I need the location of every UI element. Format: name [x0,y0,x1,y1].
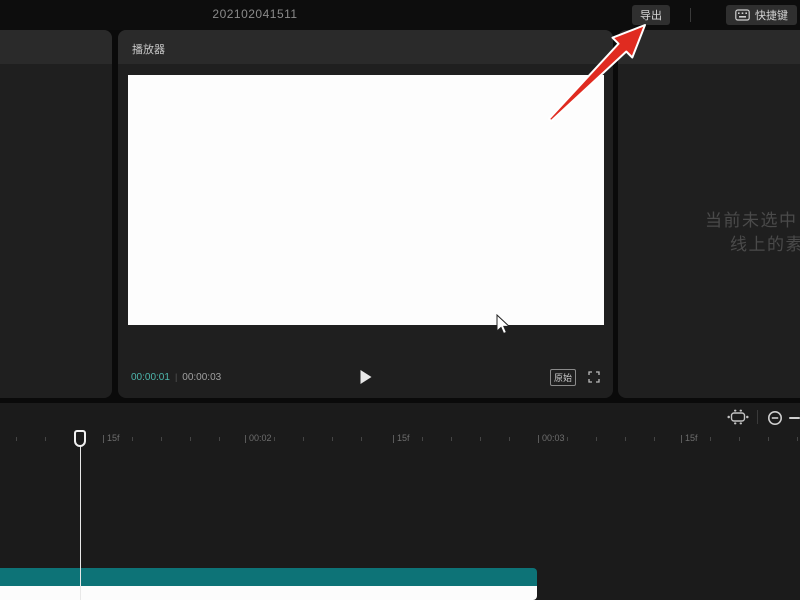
topbar-divider [690,8,691,22]
current-time: 00:00:01 [131,372,170,383]
properties-panel: 当前未选中 线上的素 [618,30,800,398]
total-time: 00:00:03 [182,372,221,383]
ruler-minor-tick [303,437,304,441]
player-panel-header: 播放器 [118,30,613,64]
ruler-label: 15f [103,433,120,443]
ruler-minor-tick [509,437,510,441]
export-button[interactable]: 导出 [632,5,670,25]
timeline-panel: 15f 00:02 15f 00:03 15f [0,403,800,600]
ruler-minor-tick [16,437,17,441]
no-selection-message-line1: 当前未选中 [705,206,798,231]
time-separator: | [175,372,177,382]
ruler-minor-tick [219,437,220,441]
preview-axis-icon[interactable] [727,409,749,430]
ruler-minor-tick [190,437,191,441]
timeline-toolbar [0,403,800,430]
ruler-minor-tick [132,437,133,441]
player-panel-title: 播放器 [132,41,165,57]
keyboard-icon [735,9,750,21]
ruler-label: 00:03 [538,433,565,443]
timeline-ruler[interactable]: 15f 00:02 15f 00:03 15f [0,430,800,450]
original-scale-button[interactable]: 原始 [550,369,576,386]
zoom-out-icon[interactable] [766,409,784,432]
project-title: 202102041511 [205,7,305,21]
ruler-label: 15f [393,433,410,443]
video-preview-canvas[interactable] [128,75,604,325]
ruler-minor-tick [161,437,162,441]
time-display: 00:00:01 | 00:00:03 [131,372,221,383]
ruler-minor-tick [361,437,362,441]
ruler-minor-tick [332,437,333,441]
ruler-minor-tick [768,437,769,441]
timeline-toolbar-divider [757,410,758,424]
preview-scale-controls: 原始 [550,360,600,394]
timeline-zoom-slider[interactable] [789,417,800,419]
ruler-minor-tick [710,437,711,441]
playhead-line [80,430,82,600]
topbar: 202102041511 导出 快捷键 [0,0,800,30]
ruler-minor-tick [451,437,452,441]
ruler-minor-tick [739,437,740,441]
ruler-minor-tick [596,437,597,441]
ruler-minor-tick [422,437,423,441]
playhead-handle[interactable] [74,430,86,447]
no-selection-message-line2: 线上的素 [730,230,800,255]
ruler-minor-tick [654,437,655,441]
play-button[interactable] [360,370,371,384]
ruler-label: 15f [681,433,698,443]
app-root: { "titlebar": { "title": "202102041511",… [0,0,800,600]
ruler-minor-tick [797,437,798,441]
ruler-minor-tick [274,437,275,441]
player-controls: 00:00:01 | 00:00:03 原始 [118,360,613,394]
ruler-minor-tick [625,437,626,441]
ruler-minor-tick [567,437,568,441]
ruler-label: 00:02 [245,433,272,443]
ruler-minor-tick [45,437,46,441]
shortcut-button[interactable]: 快捷键 [726,5,797,25]
ruler-minor-tick [480,437,481,441]
left-panel [0,30,112,398]
left-panel-header [0,30,112,64]
shortcut-label: 快捷键 [755,7,788,23]
player-panel: 播放器 00:00:01 | 00:00:03 原始 [118,30,613,398]
fullscreen-icon[interactable] [588,371,600,383]
properties-panel-header [618,30,800,64]
